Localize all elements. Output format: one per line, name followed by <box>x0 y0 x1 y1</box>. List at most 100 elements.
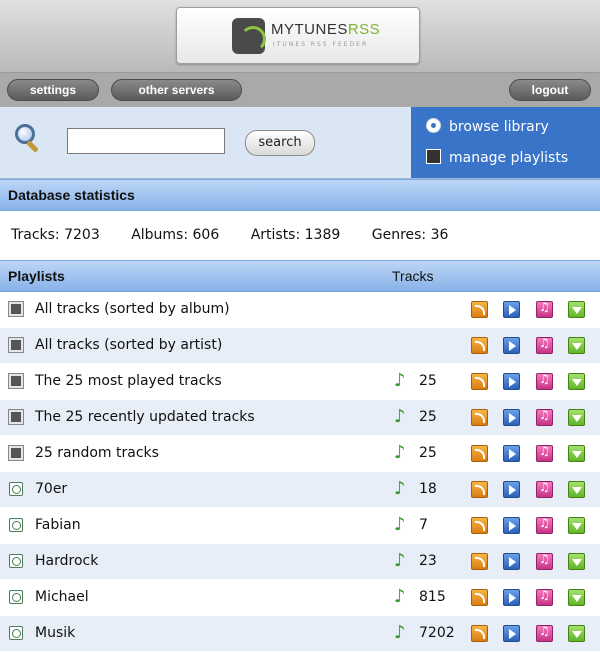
download-icon[interactable] <box>568 301 585 318</box>
playlist-icon <box>9 590 23 604</box>
rss-feed-icon[interactable] <box>471 373 488 390</box>
rss-feed-icon[interactable] <box>471 625 488 642</box>
stat-tracks: Tracks: 7203 <box>11 227 100 243</box>
track-count: 25 <box>419 409 437 425</box>
itunes-music-icon[interactable] <box>536 444 553 462</box>
playlist-name[interactable]: The 25 most played tracks <box>35 364 222 399</box>
smart-playlist-icon <box>8 337 24 353</box>
play-icon[interactable] <box>503 409 520 426</box>
playlist-row[interactable]: The 25 most played tracks ♪ 25 <box>0 364 600 400</box>
other-servers-button[interactable]: other servers <box>111 79 242 101</box>
track-count: 23 <box>419 553 437 569</box>
database-statistics: Tracks: 7203 Albums: 606 Artists: 1389 G… <box>0 211 600 260</box>
playlist-icon <box>9 626 23 640</box>
playlist-name[interactable]: Fabian <box>35 508 81 543</box>
rss-feed-icon[interactable] <box>471 481 488 498</box>
itunes-music-icon[interactable] <box>536 336 553 354</box>
rss-feed-icon[interactable] <box>471 589 488 606</box>
itunes-music-icon[interactable] <box>536 408 553 426</box>
playlist-name[interactable]: All tracks (sorted by artist) <box>35 328 222 363</box>
playlist-icon <box>426 149 441 164</box>
download-icon[interactable] <box>568 625 585 642</box>
playlist-name[interactable]: Michael <box>35 580 89 615</box>
itunes-music-icon[interactable] <box>536 624 553 642</box>
track-count: 815 <box>419 589 446 605</box>
music-note-icon: ♪ <box>394 622 406 643</box>
app-logo[interactable]: MYTUNESRSS ITUNES RSS FEEDER <box>176 7 420 64</box>
music-note-icon: ♪ <box>394 370 406 391</box>
play-icon[interactable] <box>503 517 520 534</box>
rss-feed-icon[interactable] <box>471 301 488 318</box>
top-banner: MYTUNESRSS ITUNES RSS FEEDER <box>0 0 600 73</box>
logo-title: MYTUNESRSS <box>271 21 381 38</box>
stat-genres: Genres: 36 <box>371 227 449 243</box>
track-count: 7202 <box>419 625 455 641</box>
rss-feed-icon[interactable] <box>471 553 488 570</box>
smart-playlist-icon <box>8 409 24 425</box>
logout-button[interactable]: logout <box>509 79 591 101</box>
playlist-row[interactable]: The 25 recently updated tracks ♪ 25 <box>0 400 600 436</box>
play-icon[interactable] <box>503 625 520 642</box>
download-icon[interactable] <box>568 517 585 534</box>
track-count: 18 <box>419 481 437 497</box>
download-icon[interactable] <box>568 373 585 390</box>
download-icon[interactable] <box>568 445 585 462</box>
play-icon[interactable] <box>503 553 520 570</box>
stat-albums: Albums: 606 <box>131 227 220 243</box>
itunes-music-icon[interactable] <box>536 552 553 570</box>
playlist-row[interactable]: All tracks (sorted by album) <box>0 292 600 328</box>
rss-feed-icon[interactable] <box>471 337 488 354</box>
play-icon[interactable] <box>503 589 520 606</box>
radio-icon <box>426 118 441 133</box>
playlist-name[interactable]: Hardrock <box>35 544 98 579</box>
playlist-name[interactable]: All tracks (sorted by album) <box>35 292 230 327</box>
play-icon[interactable] <box>503 337 520 354</box>
itunes-music-icon[interactable] <box>536 480 553 498</box>
itunes-music-icon[interactable] <box>536 516 553 534</box>
playlist-name[interactable]: Musik <box>35 616 75 651</box>
playlist-name[interactable]: The 25 recently updated tracks <box>35 400 255 435</box>
rss-feed-icon[interactable] <box>471 409 488 426</box>
search-input[interactable] <box>67 128 225 154</box>
music-note-icon: ♪ <box>394 586 406 607</box>
rss-feed-icon[interactable] <box>471 445 488 462</box>
browse-library-link[interactable]: browse library <box>426 117 549 137</box>
search-icon <box>13 122 41 153</box>
stat-artists: Artists: 1389 <box>250 227 341 243</box>
play-icon[interactable] <box>503 481 520 498</box>
itunes-music-icon[interactable] <box>536 588 553 606</box>
play-icon[interactable] <box>503 301 520 318</box>
search-button[interactable]: search <box>245 130 315 156</box>
download-icon[interactable] <box>568 337 585 354</box>
playlist-icon <box>9 482 23 496</box>
download-icon[interactable] <box>568 481 585 498</box>
download-icon[interactable] <box>568 589 585 606</box>
smart-playlist-icon <box>8 445 24 461</box>
playlist-row[interactable]: All tracks (sorted by artist) <box>0 328 600 364</box>
playlist-icon <box>9 518 23 532</box>
music-note-icon: ♪ <box>394 406 406 427</box>
track-count: 7 <box>419 517 428 533</box>
playlist-name[interactable]: 70er <box>35 472 67 507</box>
playlist-row[interactable]: 70er ♪ 18 <box>0 472 600 508</box>
music-note-icon: ♪ <box>394 442 406 463</box>
play-icon[interactable] <box>503 445 520 462</box>
music-note-icon: ♪ <box>394 478 406 499</box>
download-icon[interactable] <box>568 409 585 426</box>
playlists-title: Playlists <box>8 268 65 284</box>
manage-playlists-link[interactable]: manage playlists <box>426 148 568 168</box>
music-note-icon: ♪ <box>394 550 406 571</box>
playlist-row[interactable]: Michael ♪ 815 <box>0 580 600 616</box>
playlist-row[interactable]: Fabian ♪ 7 <box>0 508 600 544</box>
playlist-row[interactable]: Hardrock ♪ 23 <box>0 544 600 580</box>
playlist-name[interactable]: 25 random tracks <box>35 436 159 471</box>
itunes-music-icon[interactable] <box>536 372 553 390</box>
playlist-row[interactable]: 25 random tracks ♪ 25 <box>0 436 600 472</box>
settings-button[interactable]: settings <box>7 79 99 101</box>
play-icon[interactable] <box>503 373 520 390</box>
playlist-list: All tracks (sorted by album)All tracks (… <box>0 292 600 652</box>
download-icon[interactable] <box>568 553 585 570</box>
playlist-icon <box>9 554 23 568</box>
rss-feed-icon[interactable] <box>471 517 488 534</box>
itunes-music-icon[interactable] <box>536 300 553 318</box>
